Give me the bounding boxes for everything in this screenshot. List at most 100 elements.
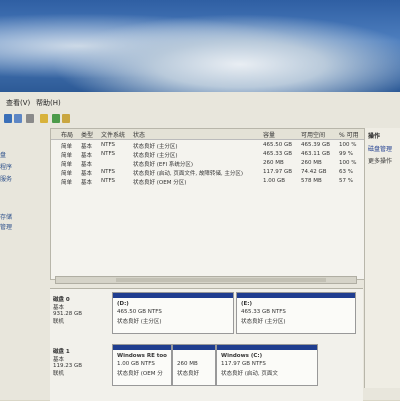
volume-cell-fs: NTFS [101,151,116,157]
volume-cell-layout: 简单 [61,162,73,168]
menu-bar: 查看(V) 帮助(H) [0,96,400,110]
volume-cell-status: 状态良好 (启动, 页面文件, 故障转储, 主分区) [133,171,244,177]
volume-cell-free: 465.39 GB [301,142,331,148]
disk-type: 基本 [53,305,65,311]
col-free[interactable]: 可用空间 [301,130,325,139]
nav-item[interactable]: 服务 [0,174,12,183]
col-fs[interactable]: 文件系统 [101,130,125,139]
back-icon[interactable] [4,114,12,123]
volume-cell-capacity: 117.97 GB [263,169,293,175]
volume-cell-free: 260 MB [301,160,322,166]
partition-status: 状态良好 (主分区) [241,319,286,325]
up-icon[interactable] [26,114,34,123]
volume-cell-layout: 简单 [61,144,73,150]
partition-recovery[interactable]: Windows RE too 1.00 GB NTFS 状态良好 (OEM 分 [112,344,172,386]
partition-bar [173,345,215,350]
toolbar [0,112,400,126]
volume-cell-type: 基本 [81,144,93,150]
key-icon[interactable] [62,114,70,123]
volume-cell-pct: 57 % [339,178,353,184]
disk-name: 磁盘 1 [53,349,70,355]
volume-cell-capacity: 465.50 GB [263,142,293,148]
partition-bar [237,293,355,298]
volume-cell-fs: NTFS [101,142,116,148]
volume-list-header: 布局 类型 文件系统 状态 容量 可用空间 % 可用 [51,129,364,140]
volume-cell-layout: 简单 [61,153,73,159]
desktop-wallpaper [0,0,400,92]
volume-cell-free: 463.11 GB [301,151,331,157]
nav-item[interactable]: 存储 [0,212,12,221]
volume-cell-free: 578 MB [301,178,322,184]
disk-map: 磁盘 0 基本 931.28 GB 联机 (D:) 465.50 GB NTFS… [50,288,363,401]
actions-title: 操作 [368,133,381,140]
volume-cell-status: 状态良好 (EFI 系统分区) [133,162,194,168]
volume-cell-pct: 63 % [339,169,353,175]
actions-pane: 操作 磁盘管理 更多操作 [364,128,400,388]
disk-state: 联机 [53,371,65,377]
volume-cell-pct: 99 % [339,151,353,157]
volume-cell-type: 基本 [81,180,93,186]
partition-bar [217,345,317,350]
partition-efi[interactable]: 260 MB 状态良好 [172,344,216,386]
volume-cell-fs: NTFS [101,178,116,184]
volume-cell-type: 基本 [81,162,93,168]
nav-item[interactable]: 管理 [0,222,12,231]
col-capacity[interactable]: 容量 [263,130,275,139]
partition-c[interactable]: Windows (C:) 117.97 GB NTFS 状态良好 (启动, 页面… [216,344,318,386]
action-disk-management[interactable]: 磁盘管理 [368,144,392,153]
partition-name: (D:) [117,301,129,307]
volume-cell-fs: NTFS [101,169,116,175]
partition-size: 117.97 GB NTFS [221,361,266,367]
col-pct[interactable]: % 可用 [339,130,359,139]
nav-item[interactable]: 程序 [0,162,12,171]
disk-1-label: 磁盘 1 基本 119.23 GB 联机 [53,347,109,377]
partition-d[interactable]: (D:) 465.50 GB NTFS 状态良好 (主分区) [112,292,234,334]
col-status[interactable]: 状态 [133,130,145,139]
disk-type: 基本 [53,357,65,363]
action-more[interactable]: 更多操作 [368,156,392,165]
horizontal-scrollbar[interactable] [55,276,357,284]
partition-name: Windows RE too [117,353,167,359]
menu-help[interactable]: 帮助(H) [36,98,61,108]
col-type[interactable]: 类型 [81,130,93,139]
volume-cell-type: 基本 [81,171,93,177]
volume-cell-capacity: 1.00 GB [263,178,286,184]
volume-cell-status: 状态良好 (主分区) [133,144,178,150]
volume-row[interactable]: 简单 基本 NTFS 状态良好 (OEM 分区) 1.00 GB 578 MB 57 % [51,177,364,187]
partition-name: Windows (C:) [221,353,263,359]
partition-status: 状态良好 (OEM 分 [117,371,163,377]
partition-status: 状态良好 (启动, 页面文 [221,371,278,377]
partition-size: 465.33 GB NTFS [241,309,286,315]
partition-size: 1.00 GB NTFS [117,361,155,367]
volume-cell-layout: 简单 [61,171,73,177]
scroll-thumb[interactable] [116,278,326,282]
volume-cell-free: 74.42 GB [301,169,327,175]
partition-bar [113,293,233,298]
disk-0-label: 磁盘 0 基本 931.28 GB 联机 [53,295,109,325]
volume-cell-pct: 100 % [339,160,357,166]
menu-view[interactable]: 查看(V) [6,98,30,108]
partition-bar [113,345,171,350]
volume-cell-layout: 简单 [61,180,73,186]
partition-status: 状态良好 (主分区) [117,319,162,325]
partition-size: 260 MB [177,361,198,367]
disk-management-window: 查看(V) 帮助(H) 盘 程序 服务 存储 管理 布局 类型 文件系统 状态 … [0,92,400,401]
col-layout[interactable]: 布局 [61,130,73,139]
volume-cell-pct: 100 % [339,142,357,148]
volume-cell-status: 状态良好 (OEM 分区) [133,180,187,186]
forward-icon[interactable] [14,114,22,123]
partition-name: (E:) [241,301,252,307]
disk-name: 磁盘 0 [53,297,70,303]
partition-e[interactable]: (E:) 465.33 GB NTFS 状态良好 (主分区) [236,292,356,334]
volume-cell-type: 基本 [81,153,93,159]
volume-list: 布局 类型 文件系统 状态 容量 可用空间 % 可用 简单 基本 NTFS 状态良好 … [50,128,365,280]
folder-icon[interactable] [40,114,48,123]
disk-state: 联机 [53,319,65,325]
nav-item[interactable]: 盘 [0,150,6,159]
console-tree: 盘 程序 服务 存储 管理 [0,130,50,290]
check-icon[interactable] [52,114,60,123]
volume-cell-status: 状态良好 (主分区) [133,153,178,159]
partition-status: 状态良好 [177,371,200,377]
volume-cell-capacity: 260 MB [263,160,284,166]
volume-cell-capacity: 465.33 GB [263,151,293,157]
